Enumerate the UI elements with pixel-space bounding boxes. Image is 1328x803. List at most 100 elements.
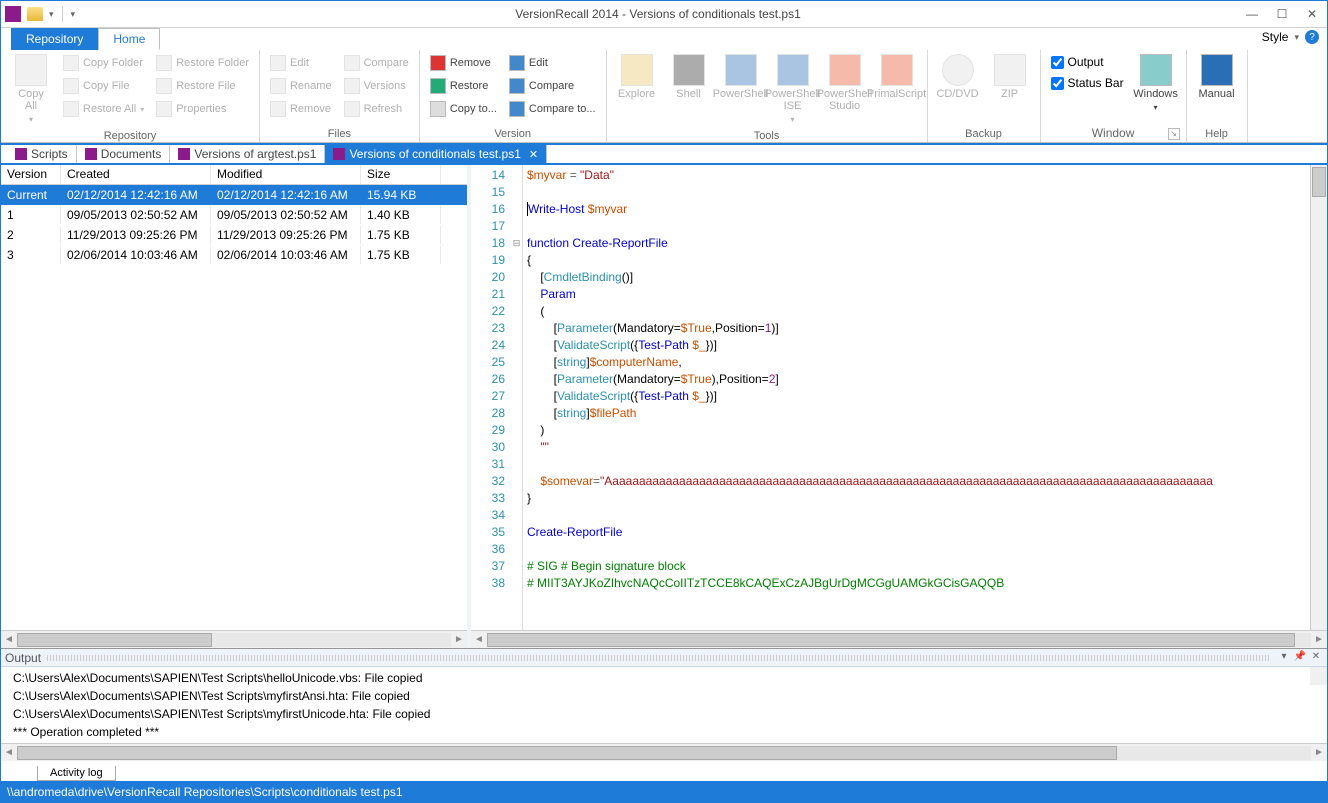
files-compare-button[interactable]: Compare — [340, 52, 413, 74]
scroll-right-icon[interactable]: ► — [1311, 747, 1327, 758]
editor-hscrollbar[interactable]: ◄ ► — [471, 630, 1327, 648]
scroll-left-icon[interactable]: ◄ — [1, 634, 17, 645]
doc-icon — [85, 148, 97, 160]
group-files-label: Files — [266, 126, 413, 142]
group-window-label: Window — [1092, 126, 1135, 140]
doc-tab-label: Scripts — [31, 147, 68, 161]
maximize-button[interactable]: ☐ — [1267, 3, 1297, 25]
code-editor[interactable]: 1415161718192021222324252627282930313233… — [471, 165, 1327, 630]
doc-tab[interactable]: Versions of argtest.ps1 — [170, 145, 325, 163]
scroll-right-icon[interactable]: ► — [451, 634, 467, 645]
copy-to-button[interactable]: Copy to... — [426, 98, 501, 120]
shell-button[interactable]: Shell — [665, 52, 713, 102]
style-label[interactable]: Style — [1262, 30, 1289, 44]
ribbon-tabstrip: Repository Home Style ▾ ? — [1, 28, 1327, 50]
scroll-right-icon[interactable]: ► — [1311, 634, 1327, 645]
editor-vscrollbar[interactable] — [1310, 165, 1327, 630]
output-line: *** Operation completed *** — [13, 725, 1315, 743]
style-dropdown-icon[interactable]: ▾ — [1294, 32, 1299, 43]
ribbon: CopyAll▾ Copy Folder Copy File Restore A… — [1, 50, 1327, 143]
refresh-button[interactable]: Refresh — [340, 98, 413, 120]
restore-file-button[interactable]: Restore File — [152, 75, 253, 97]
versions-pane: Version Created Modified Size Current02/… — [1, 165, 471, 648]
scroll-left-icon[interactable]: ◄ — [1, 747, 17, 758]
qat-dropdown-icon[interactable]: ▾ — [49, 9, 54, 20]
output-body[interactable]: C:\Users\Alex\Documents\SAPIEN\Test Scri… — [1, 667, 1327, 743]
tab-home[interactable]: Home — [98, 28, 160, 50]
group-version-label: Version — [426, 126, 600, 142]
properties-button[interactable]: Properties — [152, 98, 253, 120]
version-row[interactable]: 109/05/2013 02:50:52 AM09/05/2013 02:50:… — [1, 205, 467, 225]
copy-all-button[interactable]: CopyAll▾ — [7, 52, 55, 128]
left-hscrollbar[interactable]: ◄ ► — [1, 630, 467, 648]
minimize-button[interactable]: — — [1237, 3, 1267, 25]
document-tabstrip: Scripts Documents Versions of argtest.ps1 V… — [1, 143, 1327, 165]
versions-button[interactable]: Versions — [340, 75, 413, 97]
doc-tab[interactable]: Scripts — [7, 145, 77, 163]
output-panel: Output ▾ 📌 ✕ C:\Users\Alex\Documents\SAP… — [1, 649, 1327, 781]
line-gutter: 1415161718192021222324252627282930313233… — [471, 165, 511, 630]
tab-repository[interactable]: Repository — [11, 28, 98, 50]
output-hscrollbar[interactable]: ◄ ► — [1, 743, 1327, 761]
manual-button[interactable]: Manual — [1193, 52, 1241, 102]
version-compare-button[interactable]: Compare — [505, 75, 600, 97]
explore-button[interactable]: Explore — [613, 52, 661, 102]
version-row[interactable]: Current02/12/2014 12:42:16 AM02/12/2014 … — [1, 185, 467, 205]
cd-dvd-button[interactable]: CD/DVD — [934, 52, 982, 102]
col-created[interactable]: Created — [61, 165, 211, 184]
app-icon[interactable] — [5, 6, 21, 22]
restore-all-button[interactable]: Restore All▾ — [59, 98, 148, 120]
status-path: \\andromeda\drive\VersionRecall Reposito… — [7, 785, 403, 799]
zip-button[interactable]: ZIP — [986, 52, 1034, 102]
close-tab-icon[interactable]: ✕ — [529, 148, 538, 161]
col-size[interactable]: Size — [361, 165, 441, 184]
version-row[interactable]: 211/29/2013 09:25:26 PM11/29/2013 09:25:… — [1, 225, 467, 245]
output-line: C:\Users\Alex\Documents\SAPIEN\Test Scri… — [13, 689, 1315, 707]
files-remove-button[interactable]: Remove — [266, 98, 336, 120]
window-launcher-icon[interactable]: ↘ — [1168, 128, 1180, 140]
rename-button[interactable]: Rename — [266, 75, 336, 97]
window-title: VersionRecall 2014 - Versions of conditi… — [79, 7, 1237, 21]
group-backup-label: Backup — [934, 126, 1034, 142]
doc-tab[interactable]: Documents — [77, 145, 171, 163]
doc-tab[interactable]: Versions of conditionals test.ps1✕ — [325, 145, 547, 163]
powershell-button[interactable]: PowerShell — [717, 52, 765, 102]
output-pin-icon[interactable]: 📌 — [1293, 651, 1307, 665]
powershell-ise-button[interactable]: PowerShellISE▾ — [769, 52, 817, 128]
output-line: C:\Users\Alex\Documents\SAPIEN\Test Scri… — [13, 671, 1315, 689]
restore-folder-button[interactable]: Restore Folder — [152, 52, 253, 74]
fold-gutter[interactable]: ⊟ — [511, 165, 523, 630]
versions-grid[interactable]: Current02/12/2014 12:42:16 AM02/12/2014 … — [1, 185, 467, 630]
files-edit-button[interactable]: Edit — [266, 52, 336, 74]
output-close-icon[interactable]: ✕ — [1309, 651, 1323, 665]
group-help-label: Help — [1193, 126, 1241, 142]
copy-file-button[interactable]: Copy File — [59, 75, 148, 97]
output-vscrollbar[interactable] — [1310, 667, 1327, 685]
doc-icon — [178, 148, 190, 160]
compare-to-button[interactable]: Compare to... — [505, 98, 600, 120]
code-area[interactable]: $myvar = "Data"Write-Host $myvarfunction… — [523, 165, 1310, 630]
primalscript-button[interactable]: PrimalScript — [873, 52, 921, 102]
output-line: C:\Users\Alex\Documents\SAPIEN\Test Scri… — [13, 707, 1315, 725]
open-folder-icon[interactable] — [27, 7, 43, 21]
version-edit-button[interactable]: Edit — [505, 52, 600, 74]
tab-activity-log[interactable]: Activity log — [37, 766, 116, 781]
windows-button[interactable]: Windows▾ — [1132, 52, 1180, 116]
version-remove-button[interactable]: Remove — [426, 52, 501, 74]
output-dropdown-icon[interactable]: ▾ — [1277, 651, 1291, 665]
help-icon[interactable]: ? — [1305, 30, 1319, 44]
col-modified[interactable]: Modified — [211, 165, 361, 184]
output-checkbox[interactable]: Output — [1047, 52, 1128, 72]
doc-tab-label: Documents — [101, 147, 162, 161]
scroll-left-icon[interactable]: ◄ — [471, 634, 487, 645]
powershell-studio-button[interactable]: PowerShellStudio — [821, 52, 869, 114]
version-row[interactable]: 302/06/2014 10:03:46 AM02/06/2014 10:03:… — [1, 245, 467, 265]
doc-tab-label: Versions of argtest.ps1 — [194, 147, 316, 161]
group-tools-label: Tools — [613, 128, 921, 144]
close-button[interactable]: ✕ — [1297, 3, 1327, 25]
statusbar-checkbox[interactable]: Status Bar — [1047, 73, 1128, 93]
version-restore-button[interactable]: Restore — [426, 75, 501, 97]
group-repository-label: Repository — [7, 128, 253, 144]
qat-customize-icon[interactable]: ▾ — [71, 9, 76, 20]
copy-folder-button[interactable]: Copy Folder — [59, 52, 148, 74]
